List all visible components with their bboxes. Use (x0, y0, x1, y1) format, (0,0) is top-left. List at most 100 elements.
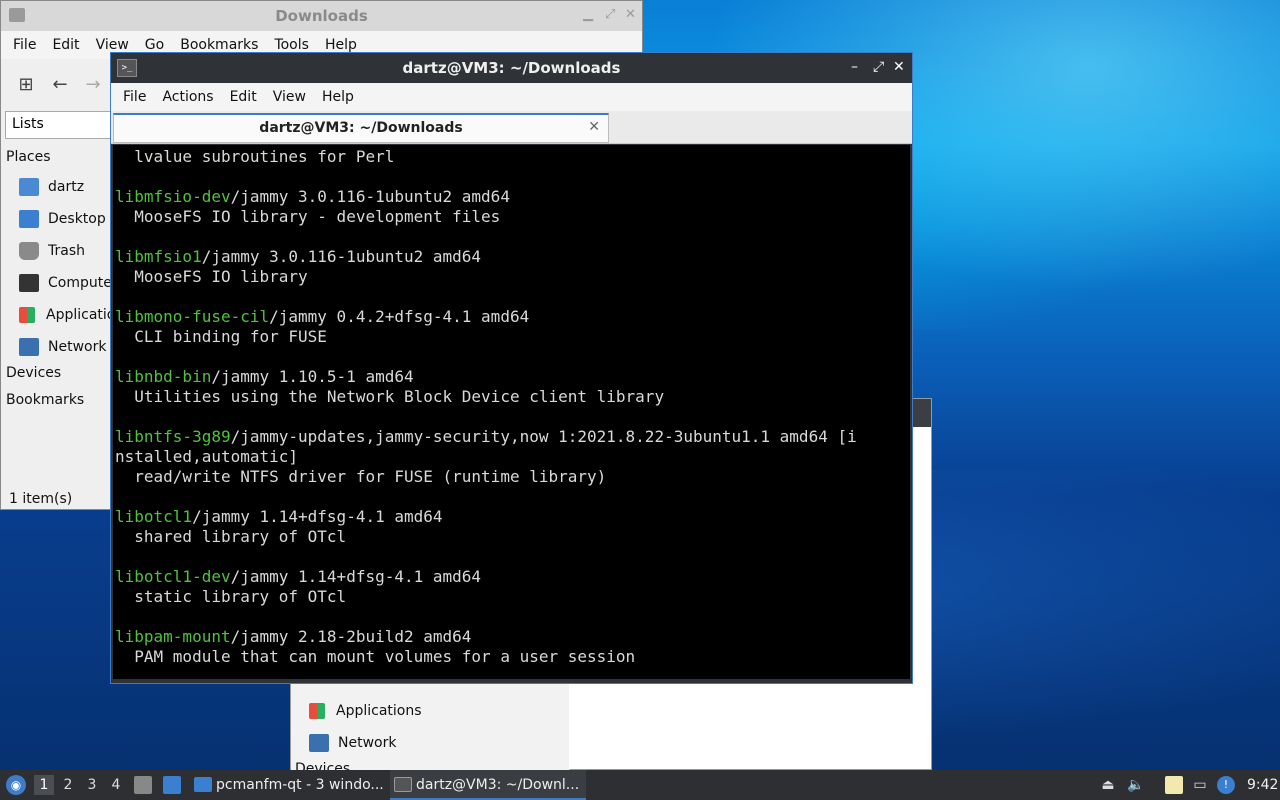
workspace-3[interactable]: 3 (82, 775, 102, 795)
terminal-icon (394, 777, 412, 792)
desktop-icon (19, 210, 39, 228)
menu-help[interactable]: Help (314, 89, 362, 105)
volume-icon[interactable]: 🔈 (1127, 776, 1145, 794)
side-pane-mode-select[interactable]: Lists (5, 111, 115, 139)
terminal-output[interactable]: lvalue subroutines for Perl libmfsio-dev… (113, 145, 910, 679)
package-name: libpam-mount (115, 627, 231, 646)
terminal-line: libmfsio1/jammy 3.0.116-1ubuntu2 amd64 (115, 247, 910, 267)
clipboard-icon[interactable] (1165, 776, 1183, 794)
line-text: static library of OTcl (115, 587, 347, 606)
line-text: /jammy 2.18-2build2 amd64 (230, 627, 472, 646)
close-icon[interactable]: ✕ (893, 59, 905, 75)
close-tab-icon[interactable]: ✕ (588, 119, 600, 135)
workspace-2[interactable]: 2 (58, 775, 78, 795)
package-name: libnbd-bin (115, 367, 212, 386)
maximize-icon[interactable]: ⤢ (873, 59, 884, 75)
file-manager-titlebar[interactable]: Downloads ▁ ⤢ ✕ (1, 1, 642, 31)
terminal-tab[interactable]: dartz@VM3: ~/Downloads ✕ (113, 113, 609, 143)
clock[interactable]: 9:42 (1247, 770, 1278, 800)
sidebar-item-desktop[interactable]: Desktop (1, 203, 111, 235)
sidebar-item-computer[interactable]: Computer (1, 267, 111, 299)
back-arrow-icon[interactable]: ← (50, 75, 70, 95)
menu-help[interactable]: Help (317, 37, 365, 53)
places-header: Places (6, 149, 51, 165)
menu-file[interactable]: File (5, 37, 44, 53)
folder-icon (194, 777, 212, 792)
terminal-line: libotcl1/jammy 1.14+dfsg-4.1 amd64 (115, 507, 910, 527)
sidebar-item-trash[interactable]: Trash (1, 235, 111, 267)
network-icon (19, 338, 39, 356)
network-status-icon[interactable]: ▭ (1191, 776, 1209, 794)
terminal-line: libotcl1-dev/jammy 1.14+dfsg-4.1 amd64 (115, 567, 910, 587)
sidebar-item-applications[interactable]: Applications (1, 299, 111, 331)
terminal-line: libmono-fuse-cil/jammy 0.4.2+dfsg-4.1 am… (115, 307, 910, 327)
task-label: dartz@VM3: ~/Downl... (416, 777, 580, 793)
menu-view[interactable]: View (265, 89, 314, 105)
line-text: /jammy 0.4.2+dfsg-4.1 amd64 (269, 307, 530, 326)
sidebar-item-label: Trash (48, 243, 85, 259)
menu-tools[interactable]: Tools (266, 37, 317, 53)
file-manager-2-places: Applications Network Devices (291, 695, 569, 777)
terminal-tab-label: dartz@VM3: ~/Downloads (259, 120, 463, 136)
terminal-line: read/write NTFS driver for FUSE (runtime… (115, 467, 910, 487)
task-file-manager[interactable]: pcmanfm-qt - 3 windo... (190, 770, 386, 800)
menu-file[interactable]: File (115, 89, 154, 105)
eject-icon[interactable]: ⏏ (1099, 776, 1117, 794)
sidebar-item-applications[interactable]: Applications (291, 695, 569, 727)
minimize-icon[interactable]: ▁ (583, 7, 593, 22)
sidebar-item-label: Applications (336, 703, 422, 719)
terminal-line: libntfs-3g89/jammy-updates,jammy-securit… (115, 427, 910, 447)
menu-bookmarks[interactable]: Bookmarks (172, 37, 266, 53)
menu-edit[interactable]: Edit (222, 89, 265, 105)
show-desktop-icon[interactable] (163, 776, 181, 794)
update-notifier-icon[interactable]: ! (1217, 776, 1235, 794)
home-folder-icon (19, 178, 39, 196)
sidebar-item-label: Network (338, 735, 397, 751)
terminal-line: libmfsio-dev/jammy 3.0.116-1ubuntu2 amd6… (115, 187, 910, 207)
workspace-4[interactable]: 4 (106, 775, 126, 795)
line-text: /jammy 1.10.5-1 amd64 (211, 367, 414, 386)
package-name: libntfs-3g89 (115, 427, 231, 446)
terminal-line: static library of OTcl (115, 587, 910, 607)
line-text: MooseFS IO library - development files (115, 207, 501, 226)
start-menu-icon[interactable]: ◉ (6, 775, 26, 795)
devices-header[interactable]: Devices (1, 363, 111, 387)
menu-actions[interactable]: Actions (154, 89, 221, 105)
maximize-icon[interactable]: ⤢ (605, 7, 615, 22)
line-text: /jammy-updates,jammy-security,now 1:2021… (230, 427, 857, 446)
line-text: Utilities using the Network Block Device… (115, 387, 665, 406)
menu-go[interactable]: Go (137, 37, 172, 53)
terminal-title: dartz@VM3: ~/Downloads (402, 59, 621, 77)
line-text: nstalled,automatic] (115, 447, 299, 466)
minimize-icon[interactable]: – (851, 59, 858, 75)
terminal-line: nstalled,automatic] (115, 447, 910, 467)
workspace-1[interactable]: 1 (34, 775, 54, 795)
sidebar-item-home[interactable]: dartz (1, 171, 111, 203)
bookmarks-header[interactable]: Bookmarks (1, 390, 111, 414)
terminal-line: libpam-mount/jammy 2.18-2build2 amd64 (115, 627, 910, 647)
line-text: /jammy 3.0.116-1ubuntu2 amd64 (230, 187, 510, 206)
forward-arrow-icon[interactable]: → (83, 75, 103, 95)
line-text: read/write NTFS driver for FUSE (runtime… (115, 467, 607, 486)
line-text: lvalue subroutines for Perl (115, 147, 395, 166)
sidebar-item-label: Desktop (48, 211, 106, 227)
terminal-tabbar: dartz@VM3: ~/Downloads ✕ (111, 111, 912, 144)
sidebar-item-network[interactable]: Network (1, 331, 111, 363)
terminal-titlebar[interactable]: >_ dartz@VM3: ~/Downloads – ⤢ ✕ (111, 53, 912, 83)
terminal-line: Utilities using the Network Block Device… (115, 387, 910, 407)
new-tab-icon[interactable]: ⊞ (16, 75, 36, 95)
file-cabinet-icon[interactable] (134, 776, 152, 794)
menu-edit[interactable]: Edit (44, 37, 87, 53)
terminal-line: MooseFS IO library - development files (115, 207, 910, 227)
close-icon[interactable]: ✕ (625, 7, 636, 22)
sidebar-item-network[interactable]: Network (291, 727, 569, 759)
line-text: CLI binding for FUSE (115, 327, 327, 346)
menu-view[interactable]: View (88, 37, 137, 53)
task-terminal[interactable]: dartz@VM3: ~/Downl... (390, 770, 586, 800)
